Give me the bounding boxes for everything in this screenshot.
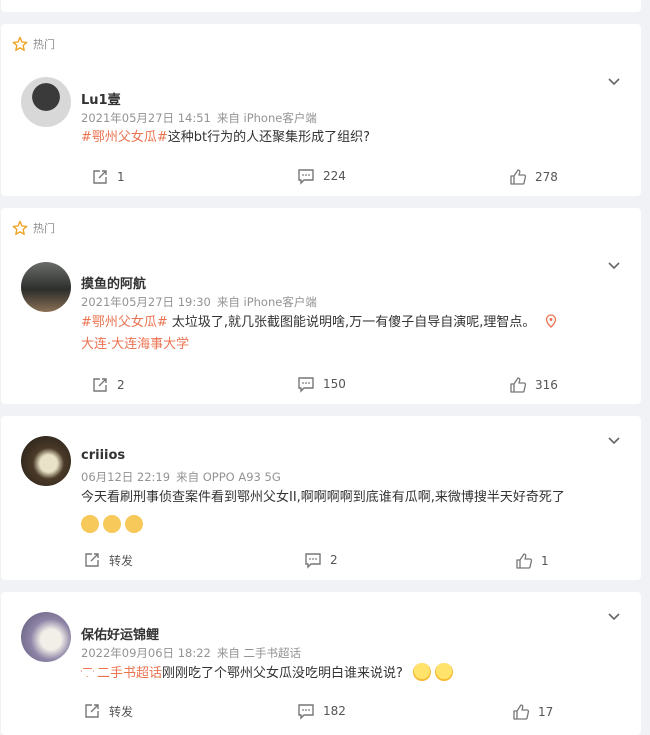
user-name[interactable]: 摸鱼的阿航: [81, 273, 146, 292]
comment-meta: 2021年05月27日 19:30 来自 iPhone客户端: [81, 294, 323, 310]
topic-link[interactable]: #鄂州父女瓜#: [81, 315, 168, 330]
emoji-icon: [103, 515, 121, 533]
avatar[interactable]: [21, 436, 71, 486]
comment-date: 2021年05月27日 19:30: [81, 295, 211, 309]
repost-icon: [93, 170, 107, 184]
emoji-icon: [81, 515, 99, 533]
comment-text: 二手书超话刚刚吃了个鄂州父女瓜没吃明白谁来说说?: [81, 663, 626, 685]
avatar[interactable]: [21, 77, 71, 127]
repost-button[interactable]: 2: [91, 376, 125, 394]
comment-source: 来自 iPhone客户端: [216, 111, 317, 125]
crying-emoji-icon: [435, 663, 454, 681]
thumbs-up-icon: [510, 169, 527, 185]
hot-label: 热门: [33, 222, 55, 235]
comment-text: 今天看刷刑事侦查案件看到鄂州父女II,啊啊啊啊到底谁有瓜啊,来微博搜半天好奇死了: [81, 487, 626, 537]
chevron-down-icon[interactable]: [607, 74, 621, 88]
hot-tag: 热门: [12, 220, 55, 236]
location-link[interactable]: 大连·大连海事大学: [81, 337, 189, 352]
repost-button[interactable]: 1: [91, 168, 125, 186]
like-button[interactable]: 316: [509, 376, 558, 394]
comment-source: 来自 iPhone客户端: [216, 295, 317, 309]
reply-button[interactable]: 182: [297, 702, 346, 720]
repost-button[interactable]: 转发: [83, 702, 133, 720]
reply-button[interactable]: 150: [297, 375, 346, 393]
user-name[interactable]: criiios: [81, 448, 125, 463]
emoji-icon: [125, 515, 143, 533]
comment-card-partial: [1, 0, 641, 12]
super-topic-icon: [81, 668, 94, 677]
location-pin-icon: [546, 314, 557, 328]
chevron-down-icon[interactable]: [607, 609, 621, 623]
thumbs-up-icon: [510, 377, 527, 393]
hot-tag: 热门: [12, 36, 55, 52]
topic-link[interactable]: 二手书超话: [97, 666, 162, 681]
topic-link[interactable]: #鄂州父女瓜#: [81, 130, 168, 145]
star-icon: [12, 220, 28, 235]
crying-emoji-icon: [413, 663, 432, 681]
avatar[interactable]: [21, 262, 71, 312]
user-name[interactable]: Lu1壹: [81, 89, 121, 108]
chevron-down-icon[interactable]: [607, 433, 621, 447]
comment-meta: 2021年05月27日 14:51 来自 iPhone客户端: [81, 110, 323, 126]
comment-date: 2021年05月27日 14:51: [81, 111, 211, 125]
comment-icon: [298, 704, 314, 720]
repost-button[interactable]: 转发: [83, 551, 133, 569]
chevron-down-icon[interactable]: [607, 258, 621, 272]
comment-card: 热门 摸鱼的阿航 2021年05月27日 19:30 来自 iPhone客户端 #…: [1, 208, 641, 404]
comment-card: criiios 06月12日 22:19 来自 OPPO A93 5G 今天看刷刑…: [1, 416, 641, 580]
like-button[interactable]: 1: [515, 552, 549, 570]
reply-button[interactable]: 224: [297, 167, 346, 185]
repost-icon: [85, 553, 99, 567]
comment-icon: [298, 169, 314, 185]
comment-text: #鄂州父女瓜# 太垃圾了,就几张截图能说明啥,万一有傻子自导自演呢,理智点。 大…: [81, 312, 626, 356]
hot-label: 热门: [33, 38, 55, 51]
comment-date: 2022年09月06日 18:22: [81, 646, 211, 660]
comment-icon: [305, 553, 321, 569]
comment-source: 来自 二手书超话: [216, 646, 301, 660]
comment-source: 来自 OPPO A93 5G: [176, 470, 281, 484]
thumbs-up-icon: [516, 553, 533, 569]
like-button[interactable]: 17: [512, 703, 553, 721]
comment-card: 热门 Lu1壹 2021年05月27日 14:51 来自 iPhone客户端 #鄂…: [1, 24, 641, 196]
like-button[interactable]: 278: [509, 168, 558, 186]
reply-button[interactable]: 2: [304, 551, 338, 569]
user-name[interactable]: 保佑好运锦鲤: [81, 624, 159, 643]
repost-icon: [93, 378, 107, 392]
comment-card: 保佑好运锦鲤 2022年09月06日 18:22 来自 二手书超话 二手书超话刚刚…: [1, 592, 641, 735]
comment-icon: [298, 377, 314, 393]
comment-meta: 06月12日 22:19 来自 OPPO A93 5G: [81, 469, 287, 485]
comment-text: #鄂州父女瓜#这种bt行为的人还聚集形成了组织?: [81, 130, 371, 145]
comment-meta: 2022年09月06日 18:22 来自 二手书超话: [81, 645, 307, 661]
comment-date: 06月12日 22:19: [81, 470, 171, 484]
avatar[interactable]: [21, 612, 71, 662]
thumbs-up-icon: [513, 704, 530, 720]
repost-icon: [85, 704, 99, 718]
star-icon: [12, 36, 28, 51]
